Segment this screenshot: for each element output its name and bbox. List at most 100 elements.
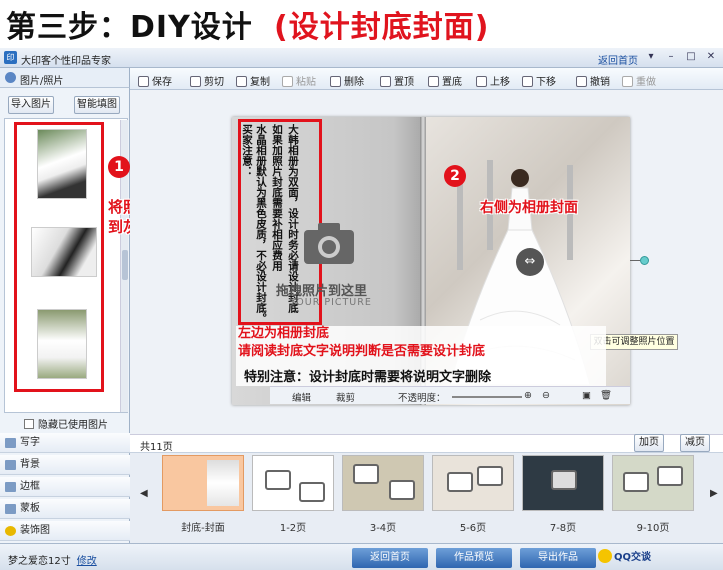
undo-icon: [576, 76, 587, 87]
photo-highlight-box: [14, 122, 104, 392]
resize-handle[interactable]: [640, 256, 649, 265]
mask-icon: [5, 504, 16, 514]
save-icon: [138, 76, 149, 87]
import-photos-button[interactable]: 导入图片: [8, 96, 54, 114]
delete-button[interactable]: 删除: [330, 73, 364, 88]
product-name: 梦之爱恋12寸: [8, 556, 71, 567]
bring-front-icon: [380, 76, 391, 87]
page-thumbnail[interactable]: [612, 455, 694, 511]
layer-icon[interactable]: ▣: [582, 390, 591, 401]
drop-hint-en: YOUR PICTURE: [290, 297, 372, 308]
frame-icon: [5, 482, 16, 492]
step-1-badge: 1: [108, 156, 130, 178]
tab-frame[interactable]: 边框: [0, 477, 130, 497]
image-toolbar: 编辑 裁剪 不透明度： ⊕ ⊖ ▣ 🗑: [270, 386, 630, 404]
zoom-out-icon[interactable]: ⊖: [542, 390, 550, 401]
left-note-line-1: 左边为相册封底: [238, 326, 330, 341]
page-thumbnail[interactable]: [252, 455, 334, 511]
left-note-line-2: 请阅读封底文字说明判断是否需要设计封底: [238, 344, 486, 359]
arrow-down-icon: [522, 76, 533, 87]
scroll-right-icon[interactable]: ▶: [710, 488, 718, 499]
page-thumbnail[interactable]: [162, 455, 244, 511]
bring-to-front-button[interactable]: 置顶: [380, 73, 414, 88]
hide-used-checkbox[interactable]: 隐藏已使用图片: [24, 416, 108, 431]
preview-button[interactable]: 作品预览: [436, 548, 512, 568]
banner-highlight: (设计封底封面): [274, 10, 490, 45]
special-note: 特别注意：设计封底时需要将说明文字删除: [244, 370, 492, 385]
arrow-up-icon: [476, 76, 487, 87]
swap-arrows-icon[interactable]: ⇔: [516, 248, 544, 276]
title-bar: 印 大印客个性印品专家 返回首页 ▾ – □ ✕: [0, 48, 723, 68]
smart-fill-button[interactable]: 智能填图: [74, 96, 120, 114]
edit-image-button[interactable]: 编辑: [292, 390, 311, 404]
tab-background[interactable]: 背景: [0, 455, 130, 475]
instruction-banner: 第三步：DIY设计 (设计封底封面): [0, 0, 723, 48]
banner-step: 第三步：DIY设计: [6, 10, 253, 45]
user-icon: [5, 72, 16, 83]
page-label: 7-8页: [549, 523, 577, 534]
scroll-left-icon[interactable]: ◀: [140, 488, 148, 499]
tab-decoration[interactable]: 装饰图: [0, 521, 130, 541]
text-icon: [5, 438, 16, 448]
scissors-icon: [190, 76, 201, 87]
background-icon: [5, 460, 16, 470]
opacity-label: 不透明度：: [398, 393, 446, 404]
checkbox-icon[interactable]: [24, 419, 34, 429]
trash-icon: [330, 76, 341, 87]
undo-button[interactable]: 撤销: [576, 73, 610, 88]
photo-panel-title: 图片/照片: [20, 76, 64, 87]
add-page-button[interactable]: 加页: [634, 434, 664, 452]
camera-icon: [304, 223, 354, 264]
close-icon[interactable]: ✕: [704, 51, 718, 64]
redo-icon: [622, 76, 633, 87]
qq-icon: [598, 549, 612, 563]
cover-annotation: 左边为相册封底 请阅读封底文字说明判断是否需要设计封底 特别注意：设计封底时需要…: [236, 326, 606, 386]
back-home-button[interactable]: 返回首页: [352, 548, 428, 568]
move-down-button[interactable]: 下移: [522, 73, 556, 88]
paste-button[interactable]: 粘贴: [282, 73, 316, 88]
send-to-back-button[interactable]: 置底: [428, 73, 462, 88]
photo-panel-header: 图片/照片: [0, 68, 130, 88]
page-label: 1-2页: [279, 523, 307, 534]
page-label: 封底-封面: [181, 523, 225, 534]
opacity-slider[interactable]: [452, 396, 522, 398]
tab-text[interactable]: 写字: [0, 433, 130, 453]
page-label: 9-10页: [636, 523, 670, 534]
handle-line: [630, 260, 640, 261]
page-thumbnail[interactable]: [522, 455, 604, 511]
page-thumbnail[interactable]: [432, 455, 514, 511]
dropdown-icon[interactable]: ▾: [644, 51, 658, 64]
page-thumbnail[interactable]: [342, 455, 424, 511]
crop-image-button[interactable]: 裁剪: [336, 390, 355, 404]
product-info: 梦之爱恋12寸 修改: [8, 552, 97, 567]
paste-icon: [282, 76, 293, 87]
toolbar: 保存 剪切 复制 粘贴 删除 置顶 置底 上移 下移 撤销 重做: [130, 68, 723, 90]
remove-page-button[interactable]: 减页: [680, 434, 710, 452]
copy-button[interactable]: 复制: [236, 73, 270, 88]
trash-icon[interactable]: 🗑: [600, 390, 612, 401]
page-count: 共11页: [140, 442, 173, 453]
step-2-label: 右侧为相册封面: [480, 200, 578, 216]
send-back-icon: [428, 76, 439, 87]
step-2-badge: 2: [444, 165, 466, 187]
minimize-icon[interactable]: –: [664, 51, 678, 64]
move-up-button[interactable]: 上移: [476, 73, 510, 88]
page-label: 5-6页: [459, 523, 487, 534]
save-button[interactable]: 保存: [138, 73, 172, 88]
zoom-in-icon[interactable]: ⊕: [524, 390, 532, 401]
star-icon: [5, 526, 16, 536]
redo-button[interactable]: 重做: [622, 73, 656, 88]
scrollbar-thumb[interactable]: [122, 250, 128, 280]
export-button[interactable]: 导出作品: [520, 548, 596, 568]
app-logo-icon: 印: [4, 51, 17, 64]
tool-tabs: 写字 背景 边框 蒙板 装饰图: [0, 433, 130, 543]
maximize-icon[interactable]: □: [684, 51, 698, 64]
modify-link[interactable]: 修改: [77, 556, 97, 567]
copy-icon: [236, 76, 247, 87]
page-label: 3-4页: [369, 523, 397, 534]
home-link[interactable]: 返回首页: [598, 52, 638, 67]
tab-mask[interactable]: 蒙板: [0, 499, 130, 519]
cut-button[interactable]: 剪切: [190, 73, 224, 88]
app-title: 大印客个性印品专家: [21, 56, 111, 67]
qq-chat-button[interactable]: QQ交谈: [598, 549, 651, 567]
